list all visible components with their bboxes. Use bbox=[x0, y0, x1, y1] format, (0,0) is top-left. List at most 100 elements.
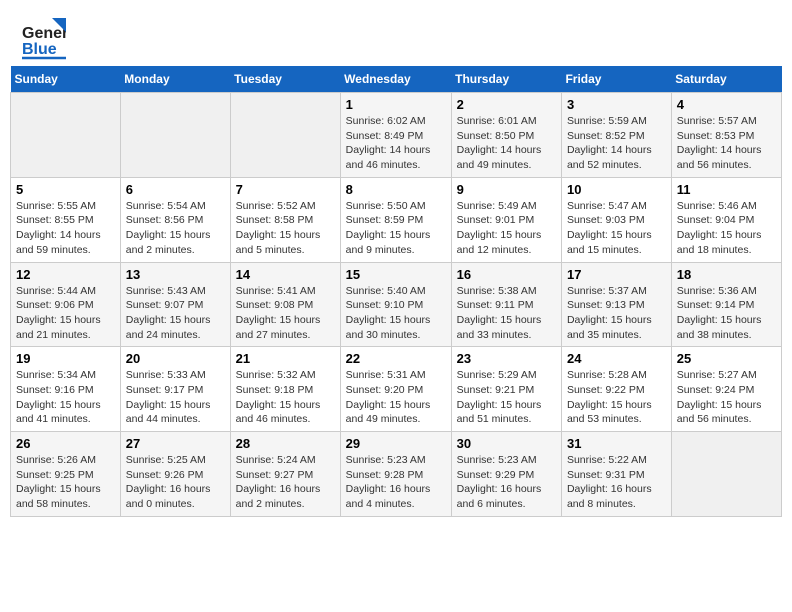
day-info: Sunrise: 5:26 AM Sunset: 9:25 PM Dayligh… bbox=[16, 453, 115, 512]
calendar-cell: 7Sunrise: 5:52 AM Sunset: 8:58 PM Daylig… bbox=[230, 177, 340, 262]
day-number: 8 bbox=[346, 182, 446, 197]
calendar-cell: 22 Sunrise: 5:31 AM Sunset: 9:20 PM Dayli… bbox=[340, 347, 451, 432]
calendar-cell: 31Sunrise: 5:22 AM Sunset: 9:31 PM Dayli… bbox=[561, 432, 671, 517]
day-number: 6 bbox=[126, 182, 225, 197]
calendar-cell: 24 Sunrise: 5:28 AM Sunset: 9:22 PM Dayli… bbox=[561, 347, 671, 432]
weekday-header: Sunday bbox=[11, 66, 121, 93]
calendar-cell: 6 Sunrise: 5:54 AM Sunset: 8:56 PM Daylig… bbox=[120, 177, 230, 262]
day-info: Sunrise: 5:41 AM Sunset: 9:08 PM Dayligh… bbox=[236, 284, 335, 343]
day-number: 11 bbox=[677, 182, 776, 197]
calendar-week-row: 5 Sunrise: 5:55 AM Sunset: 8:55 PM Daylig… bbox=[11, 177, 782, 262]
day-number: 24 bbox=[567, 351, 666, 366]
logo: General Blue bbox=[22, 18, 66, 62]
day-number: 1 bbox=[346, 97, 446, 112]
day-info: Sunrise: 5:27 AM Sunset: 9:24 PM Dayligh… bbox=[677, 368, 776, 427]
weekday-header: Monday bbox=[120, 66, 230, 93]
page-header: General Blue bbox=[10, 10, 782, 66]
day-info: Sunrise: 5:25 AM Sunset: 9:26 PM Dayligh… bbox=[126, 453, 225, 512]
day-info: Sunrise: 5:31 AM Sunset: 9:20 PM Dayligh… bbox=[346, 368, 446, 427]
day-info: Sunrise: 5:37 AM Sunset: 9:13 PM Dayligh… bbox=[567, 284, 666, 343]
day-info: Sunrise: 5:38 AM Sunset: 9:11 PM Dayligh… bbox=[457, 284, 556, 343]
day-info: Sunrise: 6:02 AM Sunset: 8:49 PM Dayligh… bbox=[346, 114, 446, 173]
day-info: Sunrise: 5:55 AM Sunset: 8:55 PM Dayligh… bbox=[16, 199, 115, 258]
calendar-cell bbox=[11, 93, 121, 178]
day-info: Sunrise: 5:46 AM Sunset: 9:04 PM Dayligh… bbox=[677, 199, 776, 258]
day-number: 9 bbox=[457, 182, 556, 197]
calendar-cell: 23 Sunrise: 5:29 AM Sunset: 9:21 PM Dayli… bbox=[451, 347, 561, 432]
day-info: Sunrise: 5:47 AM Sunset: 9:03 PM Dayligh… bbox=[567, 199, 666, 258]
calendar-cell: 20 Sunrise: 5:33 AM Sunset: 9:17 PM Dayli… bbox=[120, 347, 230, 432]
weekday-header: Wednesday bbox=[340, 66, 451, 93]
day-number: 12 bbox=[16, 267, 115, 282]
calendar-cell: 1 Sunrise: 6:02 AM Sunset: 8:49 PM Daylig… bbox=[340, 93, 451, 178]
day-number: 28 bbox=[236, 436, 335, 451]
day-number: 5 bbox=[16, 182, 115, 197]
day-number: 3 bbox=[567, 97, 666, 112]
calendar-cell: 18 Sunrise: 5:36 AM Sunset: 9:14 PM Dayli… bbox=[671, 262, 781, 347]
calendar-cell: 21 Sunrise: 5:32 AM Sunset: 9:18 PM Dayli… bbox=[230, 347, 340, 432]
day-number: 17 bbox=[567, 267, 666, 282]
day-info: Sunrise: 5:57 AM Sunset: 8:53 PM Dayligh… bbox=[677, 114, 776, 173]
day-info: Sunrise: 5:50 AM Sunset: 8:59 PM Dayligh… bbox=[346, 199, 446, 258]
day-info: Sunrise: 5:33 AM Sunset: 9:17 PM Dayligh… bbox=[126, 368, 225, 427]
day-number: 23 bbox=[457, 351, 556, 366]
day-number: 25 bbox=[677, 351, 776, 366]
day-info: Sunrise: 5:28 AM Sunset: 9:22 PM Dayligh… bbox=[567, 368, 666, 427]
calendar-cell: 26Sunrise: 5:26 AM Sunset: 9:25 PM Dayli… bbox=[11, 432, 121, 517]
day-info: Sunrise: 5:44 AM Sunset: 9:06 PM Dayligh… bbox=[16, 284, 115, 343]
weekday-header: Friday bbox=[561, 66, 671, 93]
calendar-cell bbox=[230, 93, 340, 178]
day-info: Sunrise: 6:01 AM Sunset: 8:50 PM Dayligh… bbox=[457, 114, 556, 173]
calendar-cell bbox=[671, 432, 781, 517]
day-number: 27 bbox=[126, 436, 225, 451]
day-number: 29 bbox=[346, 436, 446, 451]
calendar-cell: 30Sunrise: 5:23 AM Sunset: 9:29 PM Dayli… bbox=[451, 432, 561, 517]
calendar-cell: 3 Sunrise: 5:59 AM Sunset: 8:52 PM Daylig… bbox=[561, 93, 671, 178]
day-info: Sunrise: 5:49 AM Sunset: 9:01 PM Dayligh… bbox=[457, 199, 556, 258]
day-number: 30 bbox=[457, 436, 556, 451]
day-number: 18 bbox=[677, 267, 776, 282]
calendar-cell bbox=[120, 93, 230, 178]
calendar-week-row: 26Sunrise: 5:26 AM Sunset: 9:25 PM Dayli… bbox=[11, 432, 782, 517]
calendar-table: SundayMondayTuesdayWednesdayThursdayFrid… bbox=[10, 66, 782, 517]
day-info: Sunrise: 5:32 AM Sunset: 9:18 PM Dayligh… bbox=[236, 368, 335, 427]
day-info: Sunrise: 5:29 AM Sunset: 9:21 PM Dayligh… bbox=[457, 368, 556, 427]
weekday-header-row: SundayMondayTuesdayWednesdayThursdayFrid… bbox=[11, 66, 782, 93]
calendar-cell: 9 Sunrise: 5:49 AM Sunset: 9:01 PM Daylig… bbox=[451, 177, 561, 262]
day-info: Sunrise: 5:36 AM Sunset: 9:14 PM Dayligh… bbox=[677, 284, 776, 343]
svg-text:Blue: Blue bbox=[22, 41, 57, 58]
day-info: Sunrise: 5:24 AM Sunset: 9:27 PM Dayligh… bbox=[236, 453, 335, 512]
day-info: Sunrise: 5:59 AM Sunset: 8:52 PM Dayligh… bbox=[567, 114, 666, 173]
day-number: 10 bbox=[567, 182, 666, 197]
day-info: Sunrise: 5:23 AM Sunset: 9:28 PM Dayligh… bbox=[346, 453, 446, 512]
day-number: 19 bbox=[16, 351, 115, 366]
day-number: 21 bbox=[236, 351, 335, 366]
calendar-cell: 12 Sunrise: 5:44 AM Sunset: 9:06 PM Dayli… bbox=[11, 262, 121, 347]
logo-icon: General Blue bbox=[22, 18, 66, 62]
day-info: Sunrise: 5:40 AM Sunset: 9:10 PM Dayligh… bbox=[346, 284, 446, 343]
weekday-header: Thursday bbox=[451, 66, 561, 93]
calendar-cell: 15 Sunrise: 5:40 AM Sunset: 9:10 PM Dayli… bbox=[340, 262, 451, 347]
day-info: Sunrise: 5:43 AM Sunset: 9:07 PM Dayligh… bbox=[126, 284, 225, 343]
day-number: 16 bbox=[457, 267, 556, 282]
weekday-header: Saturday bbox=[671, 66, 781, 93]
day-number: 13 bbox=[126, 267, 225, 282]
day-number: 20 bbox=[126, 351, 225, 366]
calendar-cell: 2 Sunrise: 6:01 AM Sunset: 8:50 PM Daylig… bbox=[451, 93, 561, 178]
calendar-week-row: 12 Sunrise: 5:44 AM Sunset: 9:06 PM Dayli… bbox=[11, 262, 782, 347]
day-number: 22 bbox=[346, 351, 446, 366]
day-number: 4 bbox=[677, 97, 776, 112]
day-info: Sunrise: 5:54 AM Sunset: 8:56 PM Dayligh… bbox=[126, 199, 225, 258]
weekday-header: Tuesday bbox=[230, 66, 340, 93]
day-number: 7 bbox=[236, 182, 335, 197]
calendar-cell: 25 Sunrise: 5:27 AM Sunset: 9:24 PM Dayli… bbox=[671, 347, 781, 432]
calendar-cell: 10 Sunrise: 5:47 AM Sunset: 9:03 PM Dayli… bbox=[561, 177, 671, 262]
calendar-cell: 16 Sunrise: 5:38 AM Sunset: 9:11 PM Dayli… bbox=[451, 262, 561, 347]
day-number: 14 bbox=[236, 267, 335, 282]
day-number: 2 bbox=[457, 97, 556, 112]
calendar-cell: 17 Sunrise: 5:37 AM Sunset: 9:13 PM Dayli… bbox=[561, 262, 671, 347]
calendar-cell: 8 Sunrise: 5:50 AM Sunset: 8:59 PM Daylig… bbox=[340, 177, 451, 262]
calendar-cell: 29 Sunrise: 5:23 AM Sunset: 9:28 PM Dayli… bbox=[340, 432, 451, 517]
day-number: 31 bbox=[567, 436, 666, 451]
day-number: 15 bbox=[346, 267, 446, 282]
